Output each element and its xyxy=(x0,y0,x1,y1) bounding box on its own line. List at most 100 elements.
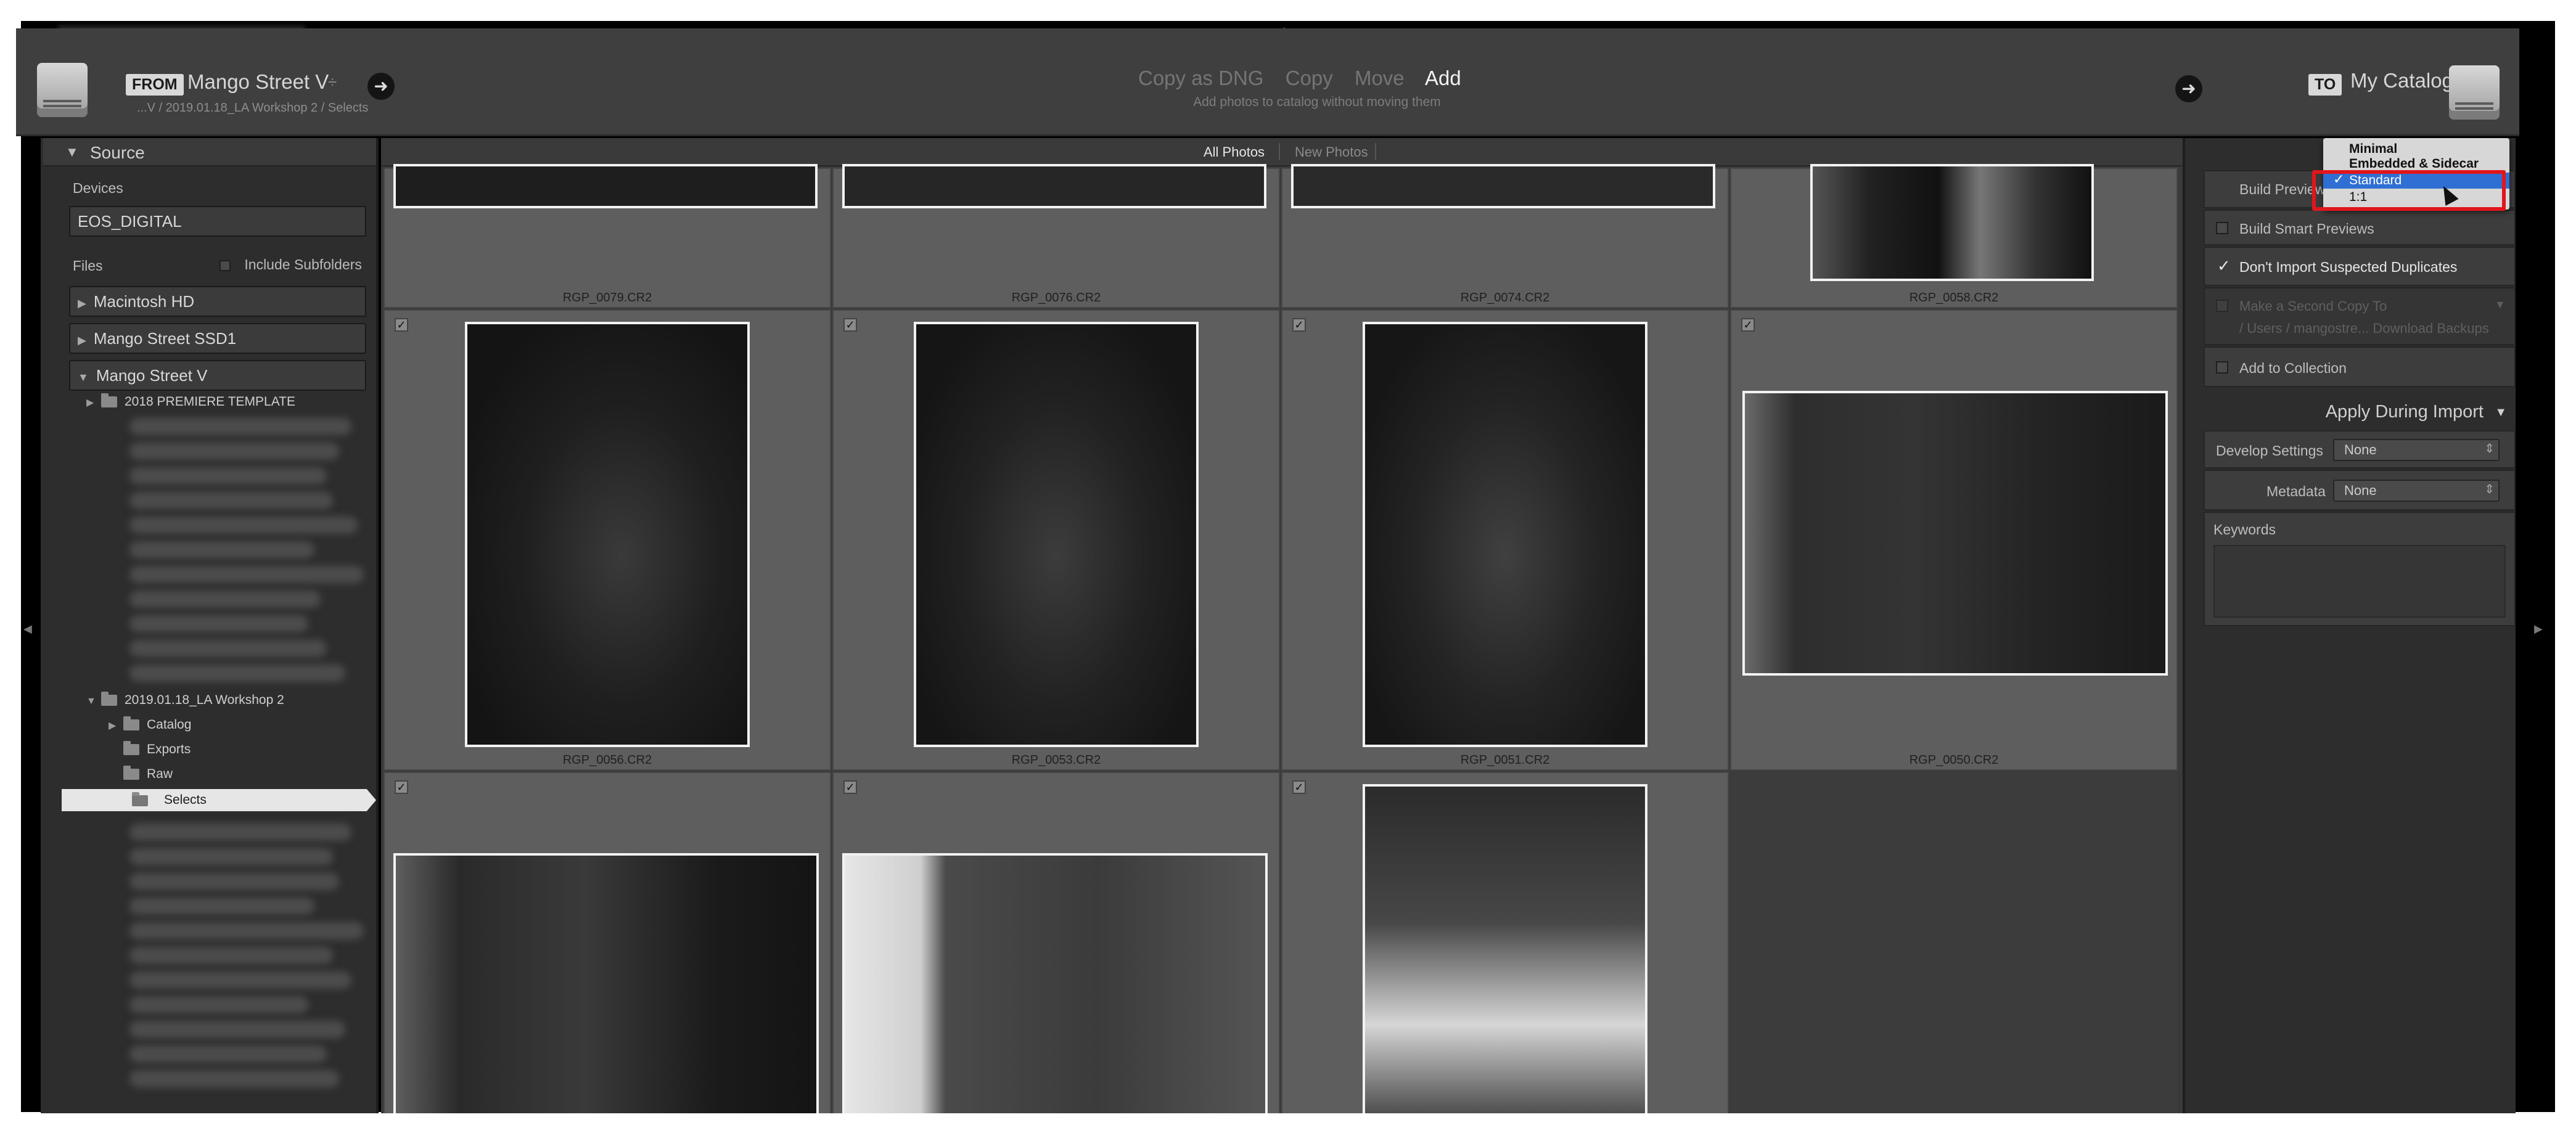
photo-cell[interactable]: RGP_0074.CR2 xyxy=(1281,164,1729,308)
tab-divider xyxy=(1375,143,1376,160)
photo-cell[interactable]: ✓ RGP_0050.CR2 xyxy=(1730,309,2178,771)
preview-option-embedded-sidecar[interactable]: Embedded & Sidecar xyxy=(2349,157,2479,171)
photo-cell[interactable]: RGP_0076.CR2 xyxy=(832,164,1280,308)
right-panel-arrow-icon[interactable]: ▶ xyxy=(2534,623,2543,636)
photo-thumbnail[interactable] xyxy=(465,322,750,747)
photo-filename: RGP_0051.CR2 xyxy=(1460,753,1550,767)
folder-label: Selects xyxy=(164,793,207,807)
photo-cell[interactable]: ✓ RGP_0053.CR2 xyxy=(832,309,1280,771)
folder-label: 2018 PREMIERE TEMPLATE xyxy=(125,395,295,409)
metadata-value: None xyxy=(2344,483,2377,498)
photo-thumbnail[interactable] xyxy=(914,322,1199,747)
photo-checkbox[interactable]: ✓ xyxy=(843,318,857,332)
tab-all-photos[interactable]: All Photos xyxy=(1204,144,1265,160)
photo-thumbnail[interactable] xyxy=(842,853,1268,1113)
volume-macintosh-hd[interactable]: ▶ Macintosh HD xyxy=(69,286,366,317)
photo-checkbox[interactable]: ✓ xyxy=(1292,780,1306,794)
include-subfolders-toggle[interactable]: Include Subfolders xyxy=(219,256,362,273)
source-path: ...V / 2019.01.18_LA Workshop 2 / Select… xyxy=(137,101,369,115)
device-eos-digital[interactable]: EOS_DIGITAL xyxy=(69,206,366,237)
folder-row[interactable]: ▶ 2018 PREMIERE TEMPLATE xyxy=(86,393,295,409)
photo-cell[interactable]: ✓ RGP_0051.CR2 xyxy=(1281,309,1729,771)
folder-icon xyxy=(101,393,117,408)
photo-cell[interactable]: ✓ RGP_0056.CR2 xyxy=(384,309,831,771)
destination-drive-icon[interactable] xyxy=(2449,65,2500,120)
metadata-row: Metadata None xyxy=(2204,470,2516,510)
photo-cell[interactable]: RGP_0079.CR2 xyxy=(384,164,831,308)
mode-copy-as-dng[interactable]: Copy as DNG xyxy=(1138,67,1264,89)
photo-thumbnail[interactable] xyxy=(1810,164,2094,281)
keywords-input[interactable] xyxy=(2213,545,2506,618)
expand-triangle-icon: ▶ xyxy=(86,398,94,408)
mode-copy[interactable]: Copy xyxy=(1286,67,1333,89)
folder-icon xyxy=(123,716,139,731)
volume-mango-street-v[interactable]: ▼ Mango Street V xyxy=(69,360,366,391)
photo-filename: RGP_0056.CR2 xyxy=(562,753,652,767)
folder-icon xyxy=(123,766,139,780)
expand-triangle-icon: ▶ xyxy=(78,334,86,346)
photo-thumbnail[interactable] xyxy=(1291,164,1715,208)
second-copy-path: / Users / mangostre... Download Backups xyxy=(2239,321,2489,336)
source-dropdown-icon[interactable]: ÷ xyxy=(328,73,337,92)
apply-during-import-header[interactable]: Apply During Import ▼ xyxy=(2185,395,2516,430)
source-name[interactable]: Mango Street V xyxy=(187,70,329,94)
preview-option-minimal[interactable]: Minimal xyxy=(2349,142,2397,157)
photo-thumbnail[interactable] xyxy=(1363,322,1647,747)
metadata-select[interactable]: None xyxy=(2333,480,2500,502)
keywords-label: Keywords xyxy=(2213,522,2276,538)
photo-thumbnail[interactable] xyxy=(393,853,819,1113)
photo-thumbnail[interactable] xyxy=(1742,391,2168,676)
import-header: FROM Mango Street V ÷ ...V / 2019.01.18_… xyxy=(16,28,2519,136)
volume-mango-street-ssd1[interactable]: ▶ Mango Street SSD1 xyxy=(69,323,366,354)
expand-triangle-icon: ▶ xyxy=(109,721,117,731)
photo-thumbnail[interactable] xyxy=(1363,784,1647,1113)
photo-thumbnail[interactable] xyxy=(842,164,1266,208)
photo-checkbox[interactable]: ✓ xyxy=(395,318,408,332)
mode-move[interactable]: Move xyxy=(1355,67,1405,89)
photo-cell[interactable]: RGP_0058.CR2 xyxy=(1730,164,2178,308)
collapse-triangle-icon: ▼ xyxy=(86,696,96,706)
devices-label: Devices xyxy=(73,180,123,196)
tab-new-photos[interactable]: New Photos xyxy=(1295,144,1368,160)
folder-row[interactable]: Raw xyxy=(123,766,173,782)
source-panel-header[interactable]: ▼ Source xyxy=(43,138,376,166)
add-to-collection-label: Add to Collection xyxy=(2239,360,2347,376)
folder-row[interactable]: ▼ 2019.01.18_LA Workshop 2 xyxy=(86,692,284,708)
include-subfolders-checkbox[interactable] xyxy=(219,260,231,271)
left-panel-arrow-icon[interactable]: ◀ xyxy=(23,623,32,636)
include-subfolders-label: Include Subfolders xyxy=(244,256,362,272)
volume-label: Mango Street SSD1 xyxy=(93,329,237,348)
photo-cell[interactable]: ✓ xyxy=(384,772,831,1113)
source-panel-title: Source xyxy=(90,143,145,162)
photo-filename: RGP_0079.CR2 xyxy=(562,291,652,305)
photo-filename: RGP_0050.CR2 xyxy=(1909,753,1999,767)
destination-name[interactable]: My Catalog xyxy=(2350,69,2453,92)
folder-row[interactable]: ▶ Catalog xyxy=(109,716,191,732)
photo-checkbox[interactable]: ✓ xyxy=(843,780,857,794)
mode-add[interactable]: Add xyxy=(1425,67,1461,89)
photo-cell[interactable]: ✓ xyxy=(832,772,1280,1113)
source-arrow-icon: ➜ xyxy=(367,73,395,100)
photo-checkbox[interactable]: ✓ xyxy=(1292,318,1306,332)
photo-cell[interactable]: ✓ xyxy=(1281,772,1729,1113)
grid-tab-bar: All Photos New Photos xyxy=(381,138,2183,166)
photo-grid: All Photos New Photos RGP_0079.CR2 RGP_0… xyxy=(381,138,2183,1113)
develop-settings-select[interactable]: None xyxy=(2333,439,2500,461)
build-smart-previews-row[interactable]: Build Smart Previews xyxy=(2204,210,2516,245)
source-drive-icon[interactable] xyxy=(37,63,88,117)
add-to-collection-checkbox[interactable] xyxy=(2216,361,2228,374)
folder-row[interactable]: Exports xyxy=(123,741,191,757)
dont-import-duplicates-row[interactable]: ✓ Don't Import Suspected Duplicates xyxy=(2204,247,2516,286)
photo-checkbox[interactable]: ✓ xyxy=(1741,318,1755,332)
highlight-box xyxy=(2312,170,2506,211)
photo-filename: RGP_0053.CR2 xyxy=(1011,753,1101,767)
folder-label: Exports xyxy=(147,742,191,756)
photo-thumbnail[interactable] xyxy=(393,164,818,208)
folder-row-selected[interactable]: Selects xyxy=(62,789,376,811)
expand-triangle-icon: ▶ xyxy=(78,297,86,309)
add-to-collection-row[interactable]: Add to Collection xyxy=(2204,346,2516,387)
photo-checkbox[interactable]: ✓ xyxy=(395,780,408,794)
checkmark-icon[interactable]: ✓ xyxy=(2217,256,2231,276)
build-smart-previews-checkbox[interactable] xyxy=(2216,222,2228,234)
second-copy-checkbox[interactable] xyxy=(2216,300,2228,312)
